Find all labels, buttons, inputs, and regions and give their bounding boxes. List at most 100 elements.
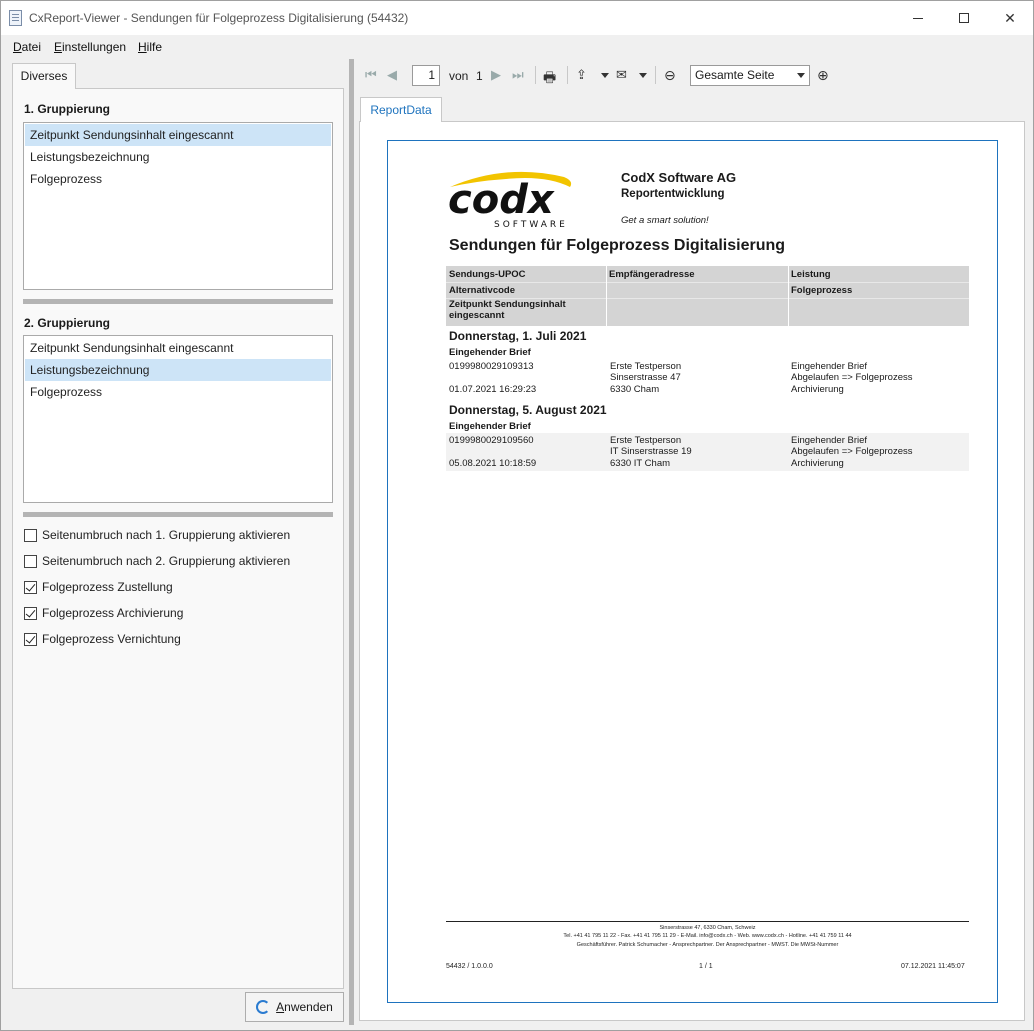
apply-mnemonic: A — [276, 1000, 285, 1014]
menu-einstellungen-label: instellungen — [62, 40, 127, 54]
header-divider — [606, 266, 607, 326]
menu-bar: Datei Einstellungen Hilfe — [1, 37, 1033, 57]
group2-item[interactable]: Zeitpunkt Sendungsinhalt eingescannt — [25, 337, 331, 359]
export-icon[interactable]: ⇪ — [576, 67, 587, 83]
group1-item[interactable]: Leistungsbezeichnung — [25, 146, 331, 168]
footer-page: 1 / 1 — [699, 963, 713, 970]
toolbar-separator — [535, 66, 536, 84]
title-bar: CxReport-Viewer - Sendungen für Folgepro… — [1, 1, 1033, 35]
group-splitter-1[interactable] — [23, 299, 333, 304]
header-leistung: Leistung — [791, 269, 831, 280]
app-icon — [9, 10, 22, 26]
cell-addr-2: IT Sinserstrasse 19 — [610, 446, 692, 457]
checkbox[interactable] — [24, 528, 37, 542]
toolbar-separator — [567, 66, 568, 84]
header-alternativcode: Alternativcode — [449, 285, 515, 296]
option-page-break-2[interactable]: Seitenumbruch nach 2. Gruppierung aktivi… — [24, 552, 290, 570]
cell-upoc: 0199980029109560 — [449, 435, 534, 446]
toolbar-separator — [655, 66, 656, 84]
option-archivierung[interactable]: Folgeprozess Archivierung — [24, 604, 183, 622]
group2-item[interactable]: Folgeprozess — [25, 381, 331, 403]
slogan: Get a smart solution! — [621, 215, 709, 226]
zoom-out-icon[interactable]: ⊖ — [664, 67, 676, 84]
checkbox[interactable] — [24, 606, 37, 620]
group1-item[interactable]: Folgeprozess — [25, 168, 331, 190]
footer-management: Geschäftsführer. Patrick Schumacher - An… — [576, 942, 839, 948]
group2-listbox[interactable]: Zeitpunkt Sendungsinhalt eingescannt Lei… — [23, 335, 333, 503]
app-window: CxReport-Viewer - Sendungen für Folgepro… — [0, 0, 1034, 1031]
zoom-select[interactable]: Gesamte Seite — [690, 65, 810, 86]
group-day: Donnerstag, 5. August 2021 — [449, 403, 607, 417]
option-label: Folgeprozess Zustellung — [42, 580, 173, 594]
header-upoc: Sendungs-UPOC — [449, 269, 526, 280]
cell-addr-3: 6330 IT Cham — [610, 458, 671, 469]
cell-addr-2: Sinserstrasse 47 — [610, 372, 681, 383]
minimize-icon — [913, 17, 923, 19]
cell-addr-3: 6330 Cham — [610, 384, 660, 395]
group-sub: Eingehender Brief — [449, 421, 531, 432]
apply-label: nwenden — [284, 1000, 333, 1014]
option-zustellung[interactable]: Folgeprozess Zustellung — [24, 578, 173, 596]
option-label: Folgeprozess Vernichtung — [42, 632, 181, 646]
page-total: 1 — [476, 69, 483, 83]
table-header: Sendungs-UPOC Alternativcode Zeitpunkt S… — [446, 266, 969, 326]
checkbox[interactable] — [24, 554, 37, 568]
cell-time: 01.07.2021 16:29:23 — [449, 384, 537, 395]
options-panel: 1. Gruppierung Zeitpunkt Sendungsinhalt … — [12, 88, 344, 989]
group1-title: 1. Gruppierung — [24, 102, 111, 116]
window-title: CxReport-Viewer - Sendungen für Folgepro… — [29, 11, 409, 25]
header-folgeprozess: Folgeprozess — [791, 285, 853, 296]
cell-upoc: 0199980029109313 — [449, 361, 534, 372]
option-page-break-1[interactable]: Seitenumbruch nach 1. Gruppierung aktivi… — [24, 526, 290, 544]
close-button[interactable]: ✕ — [987, 1, 1033, 35]
chevron-down-icon — [797, 73, 805, 78]
menu-hilfe[interactable]: Hilfe — [138, 40, 162, 54]
prev-page-icon[interactable]: ◀ — [387, 67, 397, 83]
panel-splitter[interactable] — [349, 59, 354, 1025]
zoom-in-icon[interactable]: ⊕ — [817, 67, 829, 84]
minimize-button[interactable] — [895, 1, 941, 35]
refresh-icon — [256, 1000, 271, 1014]
group2-item[interactable]: Leistungsbezeichnung — [25, 359, 331, 381]
menu-datei-mnemonic: D — [13, 40, 22, 54]
menu-datei[interactable]: Datei — [13, 40, 41, 54]
group1-item[interactable]: Zeitpunkt Sendungsinhalt eingescannt — [25, 124, 331, 146]
mail-dropdown-icon[interactable] — [639, 73, 647, 78]
first-page-icon[interactable]: ⏮ — [365, 67, 377, 83]
footer-timestamp: 07.12.2021 11:45:07 — [901, 963, 965, 970]
apply-button[interactable]: Anwenden — [245, 992, 344, 1022]
tab-reportdata[interactable]: ReportData — [360, 97, 442, 122]
checkbox[interactable] — [24, 632, 37, 646]
header-divider — [446, 282, 969, 283]
menu-hilfe-label: ilfe — [146, 40, 163, 54]
cell-time: 05.08.2021 10:18:59 — [449, 458, 537, 469]
menu-einstellungen[interactable]: Einstellungen — [54, 40, 126, 54]
export-dropdown-icon[interactable] — [601, 73, 609, 78]
mail-icon[interactable]: ✉ — [616, 67, 627, 83]
group-day: Donnerstag, 1. Juli 2021 — [449, 329, 587, 343]
group1-listbox[interactable]: Zeitpunkt Sendungsinhalt eingescannt Lei… — [23, 122, 333, 290]
last-page-icon[interactable]: ⏭ — [512, 67, 524, 83]
next-page-icon[interactable]: ▶ — [491, 67, 501, 83]
codx-logo: codx SOFTWARE — [448, 171, 572, 229]
print-icon[interactable]: 🖶 — [543, 67, 556, 91]
close-icon: ✕ — [1004, 9, 1016, 26]
group-sub: Eingehender Brief — [449, 347, 531, 358]
report-viewport[interactable]: codx SOFTWARE CodX Software AG Reportent… — [359, 121, 1025, 1021]
page-number-input[interactable]: 1 — [412, 65, 440, 86]
maximize-button[interactable] — [941, 1, 987, 35]
menu-datei-label: atei — [21, 40, 42, 54]
menu-hilfe-mnemonic: H — [138, 40, 147, 54]
cell-leistung-3: Archivierung — [791, 458, 844, 469]
option-label: Seitenumbruch nach 1. Gruppierung aktivi… — [42, 528, 291, 542]
maximize-icon — [959, 13, 969, 23]
cell-leistung-2: Abgelaufen => Folgeprozess — [791, 446, 913, 457]
option-vernichtung[interactable]: Folgeprozess Vernichtung — [24, 630, 181, 648]
tab-diverses[interactable]: Diverses — [12, 63, 76, 89]
option-label: Folgeprozess Archivierung — [42, 606, 184, 620]
report-title: Sendungen für Folgeprozess Digitalisieru… — [449, 237, 786, 254]
checkbox[interactable] — [24, 580, 37, 594]
group2-title: 2. Gruppierung — [24, 316, 111, 330]
group-splitter-2[interactable] — [23, 512, 333, 517]
footer-report-id: 54432 / 1.0.0.0 — [446, 963, 493, 970]
